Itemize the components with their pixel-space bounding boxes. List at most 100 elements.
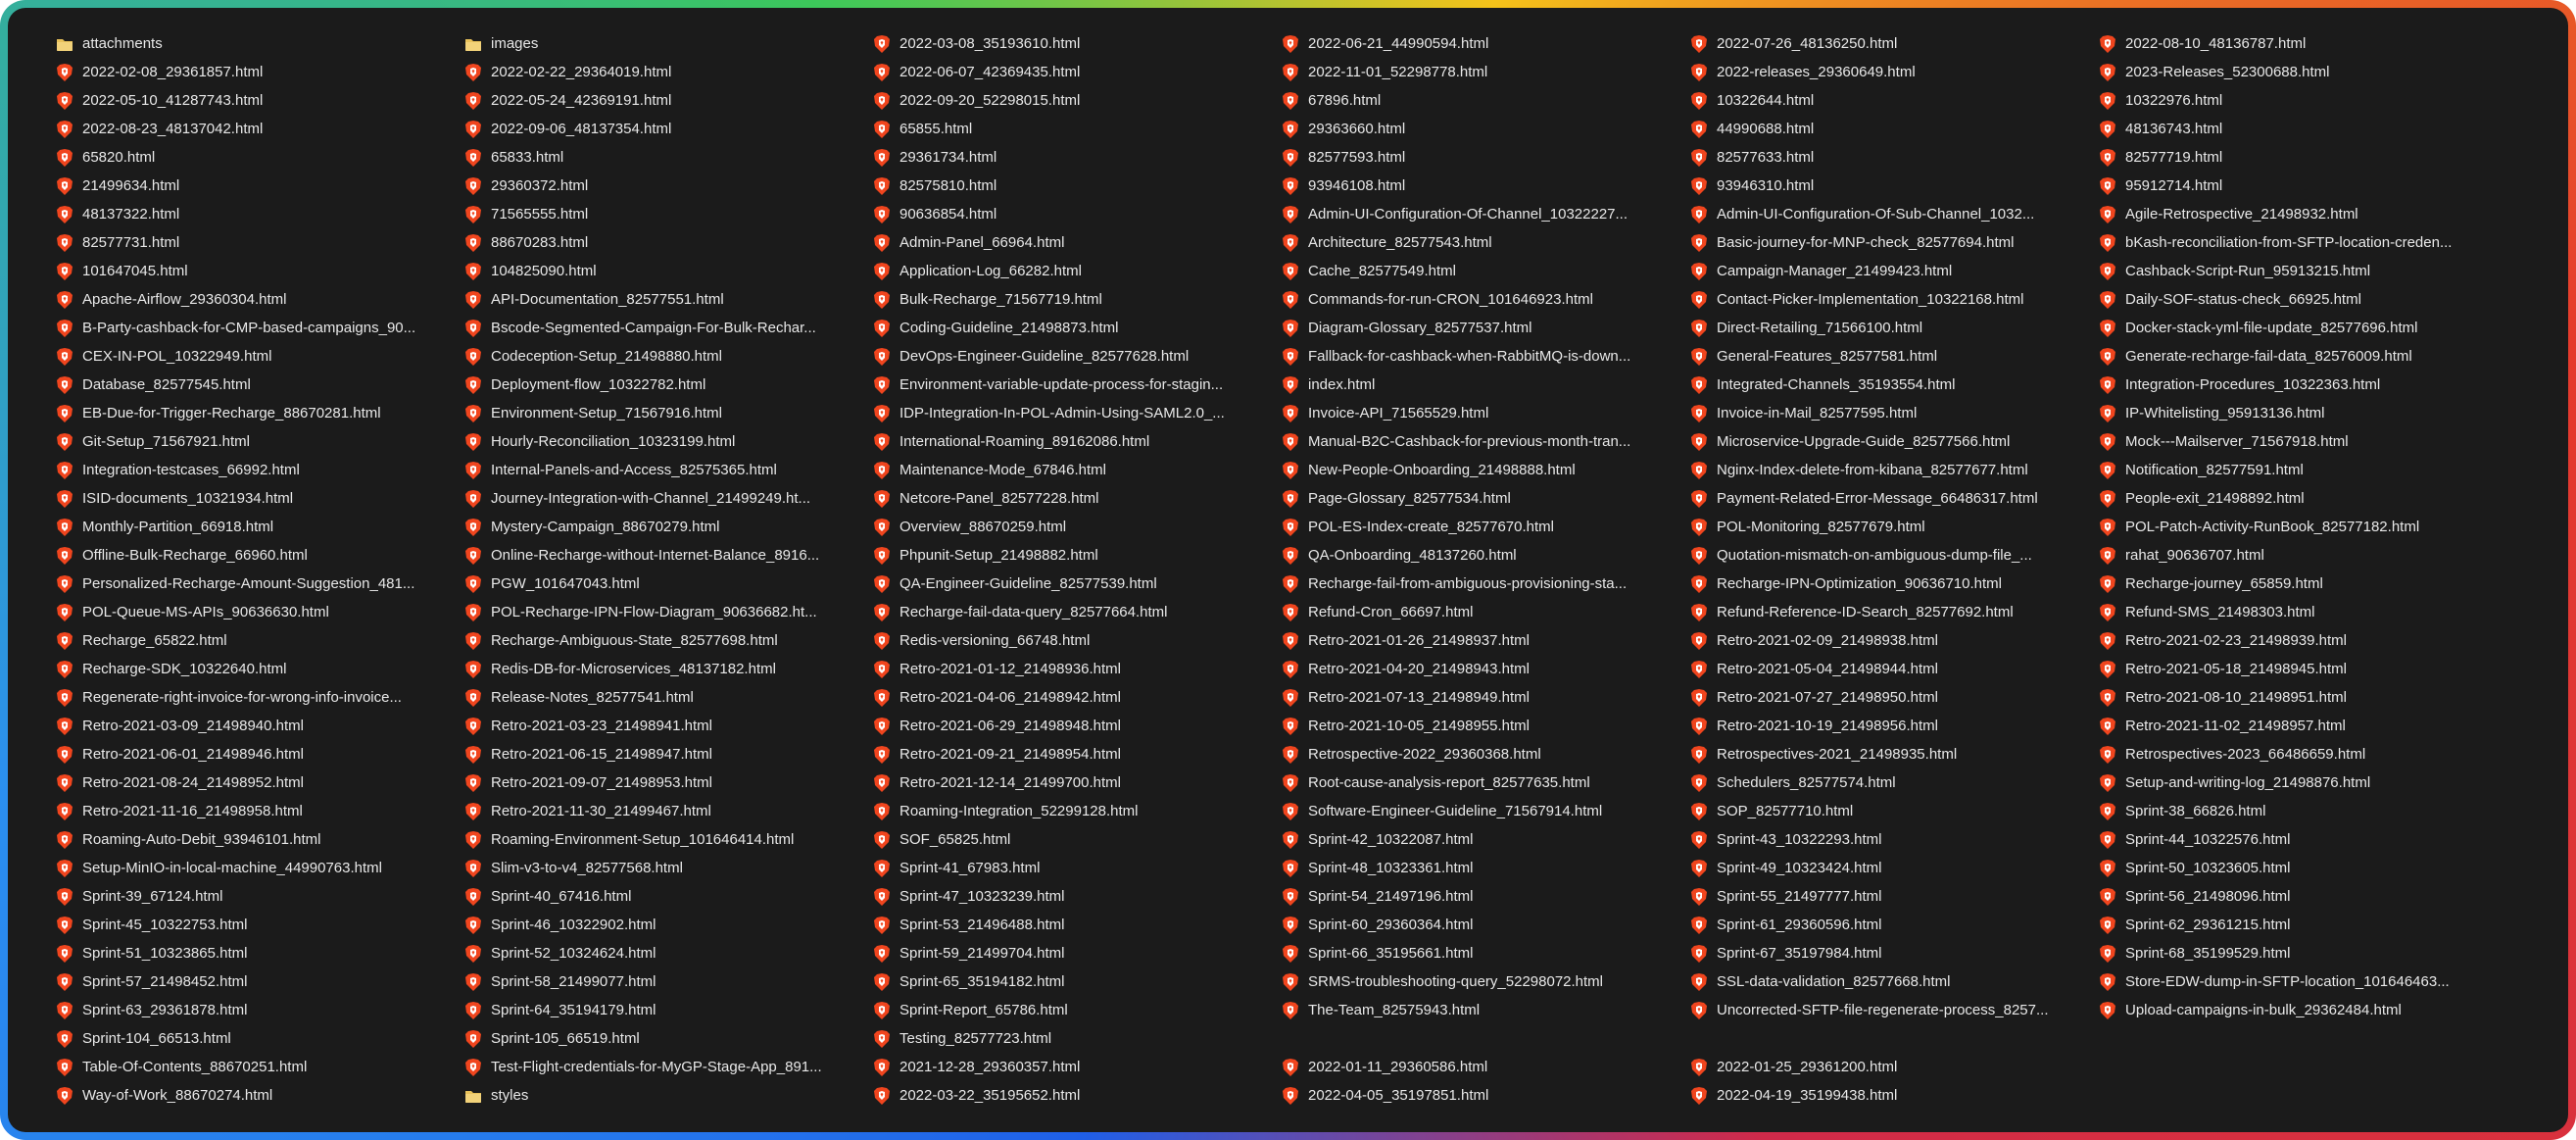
file-item[interactable]: Sprint-43_10322293.html bbox=[1689, 825, 2098, 854]
file-item[interactable]: Campaign-Manager_21499423.html bbox=[1689, 257, 2098, 285]
file-item[interactable]: Docker-stack-yml-file-update_82577696.ht… bbox=[2098, 314, 2506, 342]
file-item[interactable]: 65855.html bbox=[872, 115, 1281, 143]
file-item[interactable]: Recharge-SDK_10322640.html bbox=[55, 655, 463, 683]
file-item[interactable]: Monthly-Partition_66918.html bbox=[55, 513, 463, 541]
file-item[interactable]: Nginx-Index-delete-from-kibana_82577677.… bbox=[1689, 456, 2098, 484]
file-item[interactable]: 90636854.html bbox=[872, 200, 1281, 228]
file-item[interactable]: Architecture_82577543.html bbox=[1281, 228, 1689, 257]
file-item[interactable]: Store-EDW-dump-in-SFTP-location_10164646… bbox=[2098, 967, 2506, 996]
file-item[interactable]: Maintenance-Mode_67846.html bbox=[872, 456, 1281, 484]
file-item[interactable]: Sprint-58_21499077.html bbox=[463, 967, 872, 996]
file-item[interactable]: Overview_88670259.html bbox=[872, 513, 1281, 541]
file-item[interactable]: 2021-12-28_29360357.html bbox=[872, 1053, 1281, 1081]
file-item[interactable]: Apache-Airflow_29360304.html bbox=[55, 285, 463, 314]
file-item[interactable]: Recharge-Ambiguous-State_82577698.html bbox=[463, 626, 872, 655]
file-item[interactable]: 82577731.html bbox=[55, 228, 463, 257]
file-item[interactable]: Sprint-38_66826.html bbox=[2098, 797, 2506, 825]
file-item[interactable]: Sprint-64_35194179.html bbox=[463, 996, 872, 1024]
file-item[interactable]: Redis-versioning_66748.html bbox=[872, 626, 1281, 655]
file-item[interactable]: Sprint-66_35195661.html bbox=[1281, 939, 1689, 967]
file-item[interactable]: Sprint-57_21498452.html bbox=[55, 967, 463, 996]
file-item[interactable]: 2022-03-22_35195652.html bbox=[872, 1081, 1281, 1110]
file-item[interactable]: Integration-Procedures_10322363.html bbox=[2098, 371, 2506, 399]
file-item[interactable]: SOF_65825.html bbox=[872, 825, 1281, 854]
file-item[interactable]: Retro-2021-09-21_21498954.html bbox=[872, 740, 1281, 768]
file-item[interactable]: Retro-2021-06-01_21498946.html bbox=[55, 740, 463, 768]
file-item[interactable]: Sprint-52_10324624.html bbox=[463, 939, 872, 967]
file-item[interactable]: Sprint-104_66513.html bbox=[55, 1024, 463, 1053]
file-item[interactable]: Sprint-55_21497777.html bbox=[1689, 882, 2098, 911]
file-item[interactable]: 104825090.html bbox=[463, 257, 872, 285]
file-item[interactable]: Journey-Integration-with-Channel_2149924… bbox=[463, 484, 872, 513]
file-item[interactable]: Sprint-51_10323865.html bbox=[55, 939, 463, 967]
file-item[interactable]: 29361734.html bbox=[872, 143, 1281, 172]
file-item[interactable]: Recharge-journey_65859.html bbox=[2098, 570, 2506, 598]
file-item[interactable]: Retro-2021-05-18_21498945.html bbox=[2098, 655, 2506, 683]
file-item[interactable]: Application-Log_66282.html bbox=[872, 257, 1281, 285]
file-item[interactable]: Sprint-Report_65786.html bbox=[872, 996, 1281, 1024]
file-item[interactable]: Quotation-mismatch-on-ambiguous-dump-fil… bbox=[1689, 541, 2098, 570]
file-item[interactable]: Internal-Panels-and-Access_82575365.html bbox=[463, 456, 872, 484]
file-item[interactable]: Notification_82577591.html bbox=[2098, 456, 2506, 484]
file-item[interactable]: Codeception-Setup_21498880.html bbox=[463, 342, 872, 371]
file-item[interactable]: Fallback-for-cashback-when-RabbitMQ-is-d… bbox=[1281, 342, 1689, 371]
file-item[interactable]: Mystery-Campaign_88670279.html bbox=[463, 513, 872, 541]
file-item[interactable]: Setup-MinIO-in-local-machine_44990763.ht… bbox=[55, 854, 463, 882]
file-item[interactable]: Coding-Guideline_21498873.html bbox=[872, 314, 1281, 342]
file-item[interactable]: ISID-documents_10321934.html bbox=[55, 484, 463, 513]
file-item[interactable]: Online-Recharge-without-Internet-Balance… bbox=[463, 541, 872, 570]
file-item[interactable]: Retro-2021-04-20_21498943.html bbox=[1281, 655, 1689, 683]
file-item[interactable]: Generate-recharge-fail-data_82576009.htm… bbox=[2098, 342, 2506, 371]
file-item[interactable]: Cache_82577549.html bbox=[1281, 257, 1689, 285]
file-item[interactable]: 2023-Releases_52300688.html bbox=[2098, 58, 2506, 86]
file-item[interactable]: Uncorrected-SFTP-file-regenerate-process… bbox=[1689, 996, 2098, 1024]
file-item[interactable]: 10322976.html bbox=[2098, 86, 2506, 115]
file-item[interactable]: Retrospective-2022_29360368.html bbox=[1281, 740, 1689, 768]
file-item[interactable]: Mock---Mailserver_71567918.html bbox=[2098, 427, 2506, 456]
file-item[interactable]: 2022-01-25_29361200.html bbox=[1689, 1053, 2098, 1081]
file-item[interactable]: rahat_90636707.html bbox=[2098, 541, 2506, 570]
file-item[interactable]: Sprint-59_21499704.html bbox=[872, 939, 1281, 967]
file-item[interactable]: Sprint-54_21497196.html bbox=[1281, 882, 1689, 911]
file-item[interactable]: 82577633.html bbox=[1689, 143, 2098, 172]
file-item[interactable]: 71565555.html bbox=[463, 200, 872, 228]
file-item[interactable]: 2022-05-10_41287743.html bbox=[55, 86, 463, 115]
file-item[interactable]: Retro-2021-10-19_21498956.html bbox=[1689, 712, 2098, 740]
file-item[interactable]: Retro-2021-02-09_21498938.html bbox=[1689, 626, 2098, 655]
file-item[interactable]: Bulk-Recharge_71567719.html bbox=[872, 285, 1281, 314]
file-item[interactable]: POL-Queue-MS-APIs_90636630.html bbox=[55, 598, 463, 626]
file-item[interactable]: Sprint-44_10322576.html bbox=[2098, 825, 2506, 854]
file-item[interactable]: Environment-Setup_71567916.html bbox=[463, 399, 872, 427]
file-item[interactable]: Contact-Picker-Implementation_10322168.h… bbox=[1689, 285, 2098, 314]
file-item[interactable]: Bscode-Segmented-Campaign-For-Bulk-Recha… bbox=[463, 314, 872, 342]
file-item[interactable]: Retro-2021-08-24_21498952.html bbox=[55, 768, 463, 797]
file-item[interactable]: Sprint-61_29360596.html bbox=[1689, 911, 2098, 939]
file-item[interactable]: Admin-Panel_66964.html bbox=[872, 228, 1281, 257]
file-item[interactable]: Retro-2021-02-23_21498939.html bbox=[2098, 626, 2506, 655]
file-item[interactable]: 93946310.html bbox=[1689, 172, 2098, 200]
file-item[interactable]: 2022-02-08_29361857.html bbox=[55, 58, 463, 86]
file-item[interactable]: Sprint-46_10322902.html bbox=[463, 911, 872, 939]
file-item[interactable]: 82575810.html bbox=[872, 172, 1281, 200]
file-item[interactable]: 2022-releases_29360649.html bbox=[1689, 58, 2098, 86]
file-item[interactable]: POL-ES-Index-create_82577670.html bbox=[1281, 513, 1689, 541]
file-item[interactable]: Retro-2021-08-10_21498951.html bbox=[2098, 683, 2506, 712]
file-item[interactable]: Setup-and-writing-log_21498876.html bbox=[2098, 768, 2506, 797]
file-item[interactable]: 93946108.html bbox=[1281, 172, 1689, 200]
file-item[interactable]: 2022-08-23_48137042.html bbox=[55, 115, 463, 143]
file-item[interactable]: Sprint-49_10323424.html bbox=[1689, 854, 2098, 882]
file-item[interactable]: 2022-11-01_52298778.html bbox=[1281, 58, 1689, 86]
file-item[interactable]: Retro-2021-11-30_21499467.html bbox=[463, 797, 872, 825]
file-item[interactable]: Release-Notes_82577541.html bbox=[463, 683, 872, 712]
file-item[interactable]: 21499634.html bbox=[55, 172, 463, 200]
file-item[interactable]: Direct-Retailing_71566100.html bbox=[1689, 314, 2098, 342]
file-item[interactable]: POL-Monitoring_82577679.html bbox=[1689, 513, 2098, 541]
file-item[interactable]: index.html bbox=[1281, 371, 1689, 399]
file-item[interactable]: 101647045.html bbox=[55, 257, 463, 285]
file-item[interactable]: Basic-journey-for-MNP-check_82577694.htm… bbox=[1689, 228, 2098, 257]
file-item[interactable]: Page-Glossary_82577534.html bbox=[1281, 484, 1689, 513]
file-item[interactable]: Sprint-60_29360364.html bbox=[1281, 911, 1689, 939]
file-item[interactable]: Invoice-API_71565529.html bbox=[1281, 399, 1689, 427]
file-item[interactable]: Admin-UI-Configuration-Of-Sub-Channel_10… bbox=[1689, 200, 2098, 228]
file-item[interactable]: 48137322.html bbox=[55, 200, 463, 228]
